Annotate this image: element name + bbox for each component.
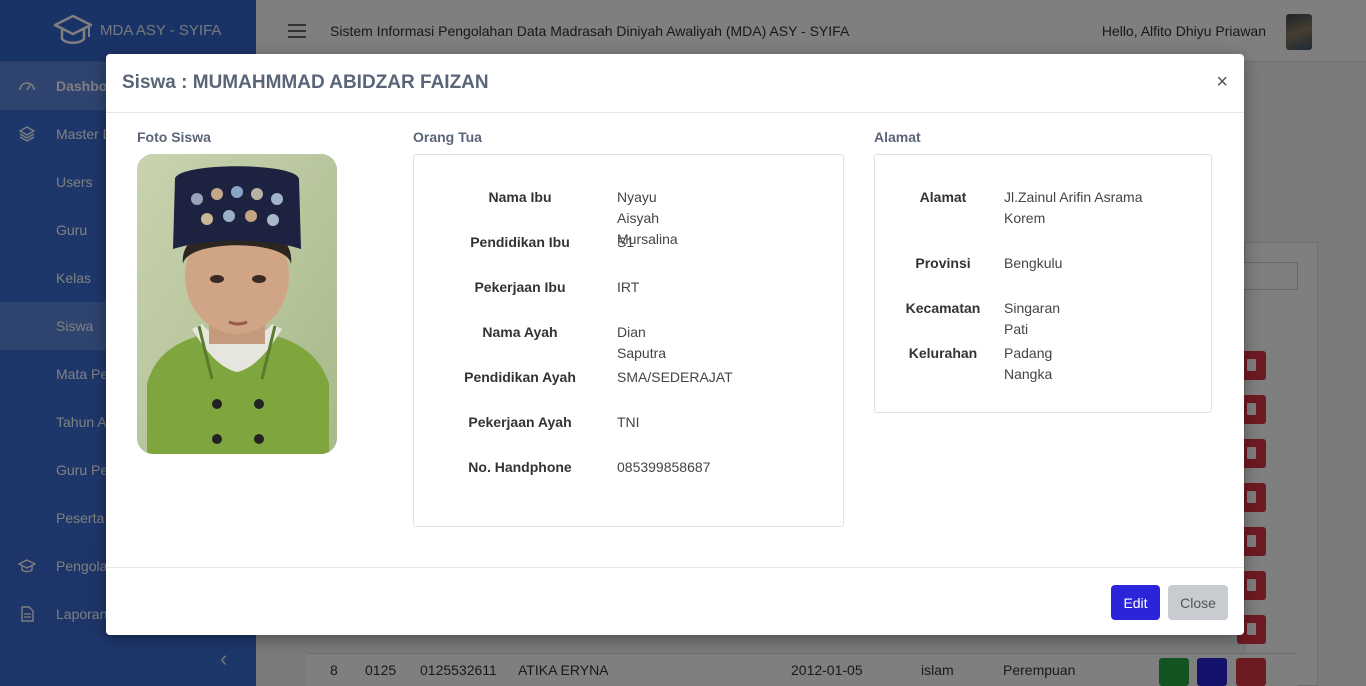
close-button[interactable]: Close (1168, 585, 1228, 620)
info-value: IRT (617, 279, 640, 295)
student-photo (137, 154, 337, 454)
address-section-label: Alamat (874, 129, 921, 145)
info-key: Pendidikan Ayah (464, 369, 576, 385)
parents-info-box: Nama Ibu Nyayu Aisyah Mursalina Pendidik… (413, 154, 844, 527)
parents-section-label: Orang Tua (413, 129, 482, 145)
modal-title: Siswa : MUMAHMMAD ABIDZAR FAIZAN (122, 72, 489, 93)
close-icon[interactable]: × (1216, 72, 1228, 92)
info-value: 085399858687 (617, 459, 711, 475)
info-key: Kecamatan (905, 300, 981, 316)
info-key: Pekerjaan Ayah (468, 414, 572, 430)
info-key: Nama Ibu (488, 189, 552, 205)
info-key: No. Handphone (468, 459, 572, 475)
info-value: S1 (617, 234, 635, 250)
student-detail-modal: Siswa : MUMAHMMAD ABIDZAR FAIZAN × Foto … (106, 54, 1244, 635)
info-value: TNI (617, 414, 640, 430)
student-photo-image (137, 154, 337, 454)
modal-header: Siswa : MUMAHMMAD ABIDZAR FAIZAN × (106, 54, 1244, 113)
info-key: Kelurahan (908, 345, 978, 361)
photo-section-label: Foto Siswa (137, 129, 211, 145)
info-value: Jl.Zainul Arifin Asrama Korem (1004, 189, 1143, 226)
info-value: Padang Nangka (1004, 345, 1053, 382)
address-info-box: Alamat Jl.Zainul Arifin Asrama Korem Pro… (874, 154, 1212, 413)
info-value: Singaran Pati (1004, 300, 1061, 337)
modal-footer: Edit Close (106, 567, 1244, 635)
info-key: Alamat (919, 189, 967, 205)
info-key: Nama Ayah (482, 324, 558, 340)
info-value: SMA/SEDERAJAT (617, 369, 733, 385)
info-value: Dian Saputra (617, 324, 667, 361)
edit-button[interactable]: Edit (1111, 585, 1160, 620)
info-key: Provinsi (915, 255, 971, 271)
info-value: Bengkulu (1004, 255, 1063, 271)
info-key: Pendidikan Ibu (470, 234, 570, 250)
info-key: Pekerjaan Ibu (474, 279, 566, 295)
